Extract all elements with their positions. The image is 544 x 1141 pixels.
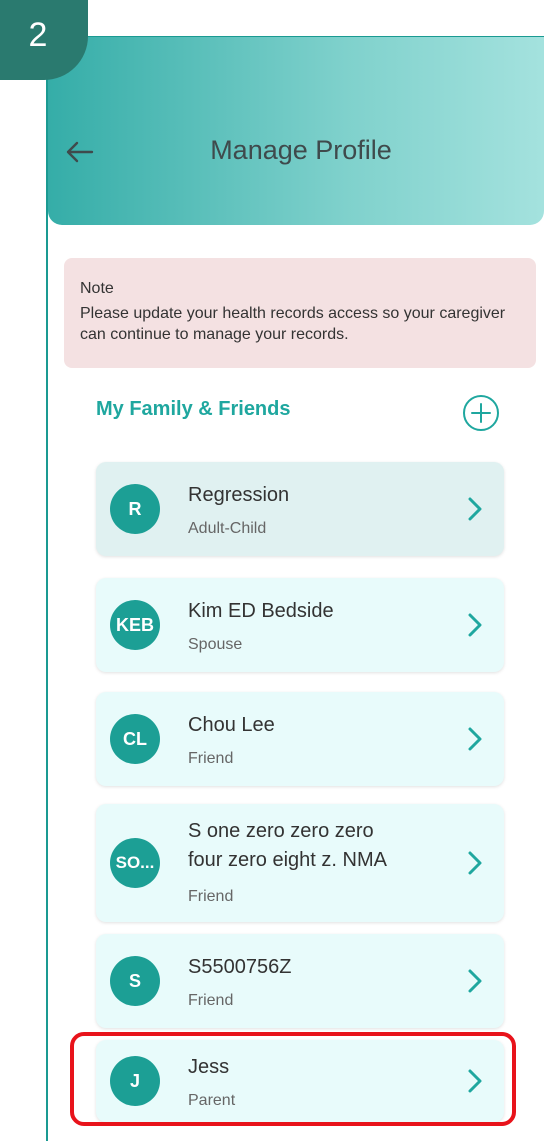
member-name-line-1: S one zero zero zero	[188, 820, 374, 842]
member-name: Kim ED Bedside	[188, 600, 334, 622]
note-banner: Note Please update your health records a…	[64, 258, 536, 368]
member-avatar: R	[110, 484, 160, 534]
section-title: My Family & Friends	[96, 398, 291, 420]
member-relationship: Friend	[188, 992, 234, 1009]
member-name: Regression	[188, 484, 290, 506]
member-avatar: CL	[110, 714, 160, 764]
member-avatar: SO...	[110, 838, 160, 888]
chevron-right-icon	[468, 497, 482, 521]
page-title: Manage Profile	[210, 135, 392, 165]
add-member-plus-icon[interactable]	[462, 394, 500, 432]
chevron-right-icon	[468, 727, 482, 751]
chevron-right-icon	[468, 613, 482, 637]
member-card-regression[interactable]: R Regression Adult-Child	[96, 462, 504, 556]
member-card-s-one-zero[interactable]: SO... S one zero zero zero four zero eig…	[96, 804, 504, 922]
note-body: Please update your health records access…	[80, 305, 506, 343]
chevron-right-icon	[468, 969, 482, 993]
phone-screen: Manage Profile Note Please update your h…	[46, 36, 544, 1141]
member-card-kim-ed-bedside[interactable]: KEB Kim ED Bedside Spouse	[96, 578, 504, 672]
note-title: Note	[80, 280, 114, 297]
member-name: Chou Lee	[188, 714, 275, 736]
member-avatar: S	[110, 956, 160, 1006]
member-relationship: Spouse	[188, 636, 243, 653]
member-card-chou-lee[interactable]: CL Chou Lee Friend	[96, 692, 504, 786]
member-card-s5500756z[interactable]: S S5500756Z Friend	[96, 934, 504, 1028]
member-relationship: Friend	[188, 750, 234, 767]
chevron-right-icon	[468, 851, 482, 875]
member-name: S5500756Z	[188, 956, 292, 978]
member-avatar: KEB	[110, 600, 160, 650]
member-relationship: Adult-Child	[188, 520, 267, 537]
member-relationship: Friend	[188, 888, 234, 905]
app-header: Manage Profile	[48, 36, 544, 225]
member-name-line-2: four zero eight z. NMA	[188, 849, 387, 871]
highlight-box-jess	[70, 1032, 516, 1126]
